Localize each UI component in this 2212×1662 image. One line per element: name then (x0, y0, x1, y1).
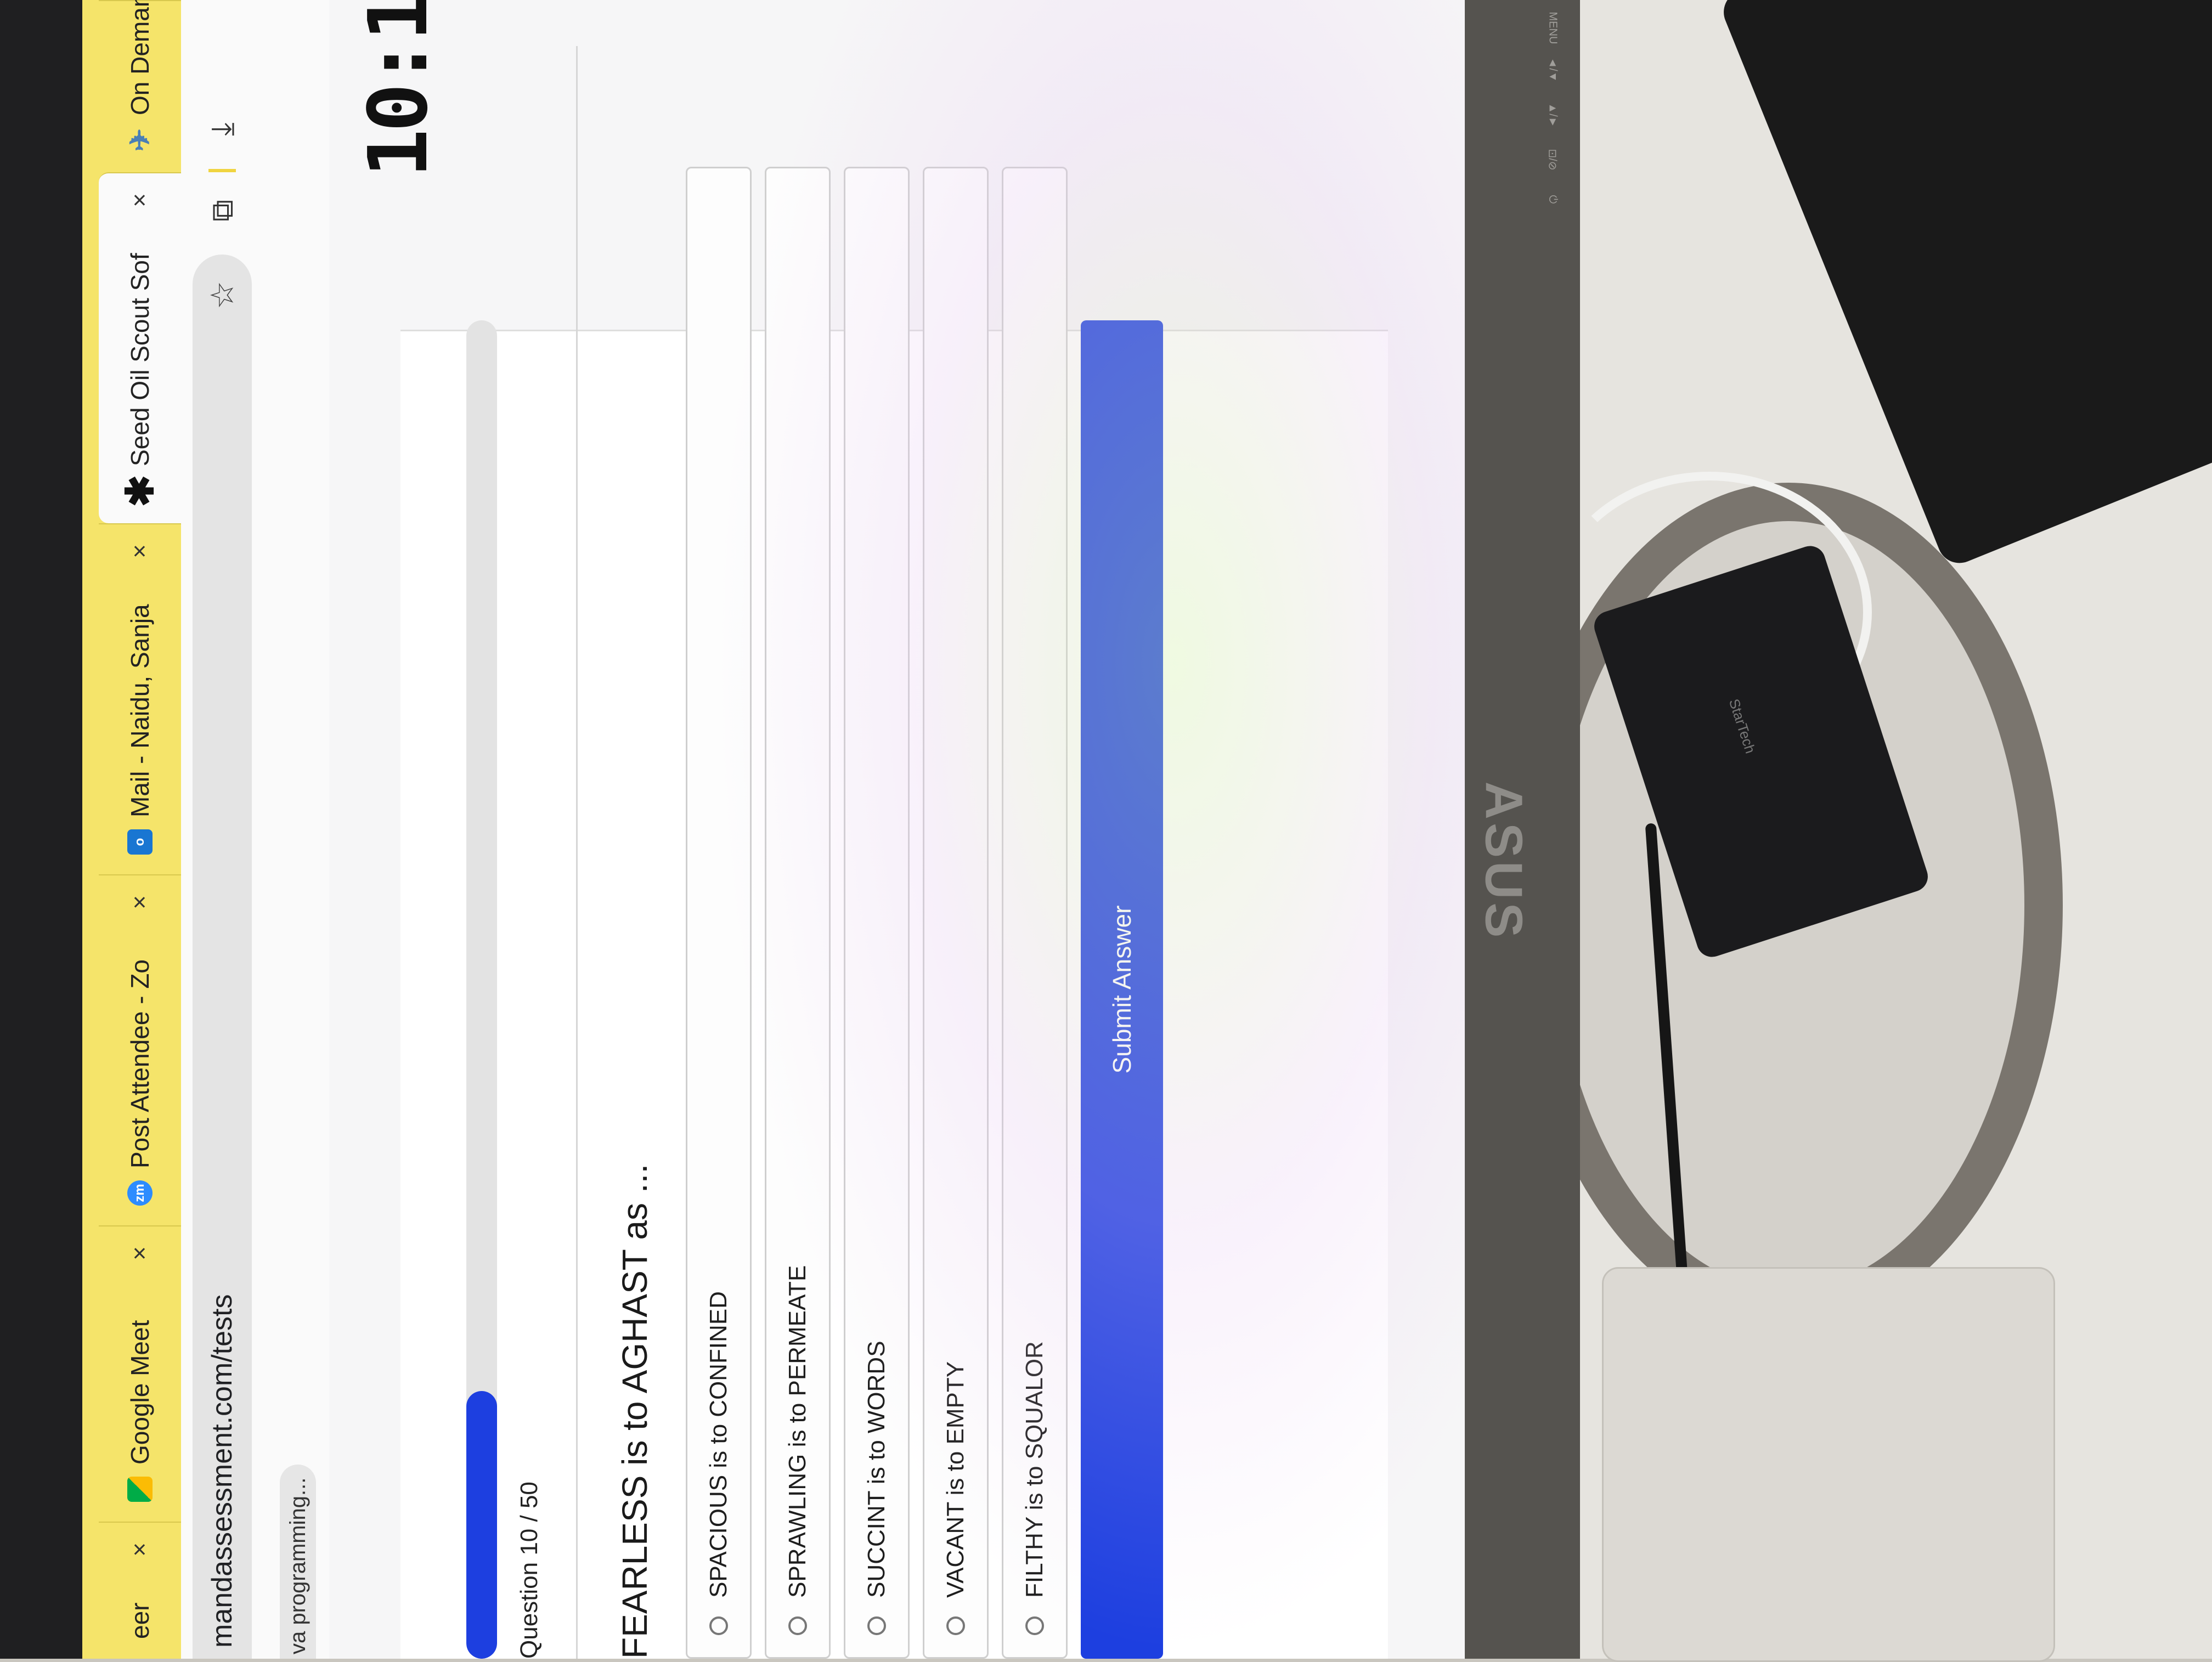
browser-window: eer × Google Meet × zm Post Attendee - Z… (82, 0, 1465, 1659)
monitor-brand-label: ASUS (1474, 781, 1533, 941)
extensions-puzzle-icon[interactable]: ⧉ (204, 200, 241, 222)
answer-option[interactable]: VACANT is to EMPTY (923, 167, 989, 1659)
monitor-control-power[interactable]: ⏻ (1547, 195, 1559, 228)
airplane-icon: ✈ (125, 128, 155, 151)
monitor-brand: ASUS (1470, 779, 1536, 943)
close-icon[interactable]: × (126, 1542, 154, 1557)
close-icon[interactable]: × (126, 544, 154, 558)
countdown-timer: 10:18 (351, 0, 445, 178)
tab-label: Mail - Naidu, Sanja (126, 604, 154, 817)
url-text: mandassessment.com/tests (206, 1294, 238, 1648)
address-bar[interactable]: mandassessment.com/tests ☆ (193, 255, 252, 1659)
tab-zoom[interactable]: zm Post Attendee - Zo × (99, 874, 181, 1225)
desk-pad (1602, 1267, 2055, 1662)
submit-answer-button[interactable]: Submit Answer (1081, 320, 1163, 1659)
hub-brand-label: StarTech (1725, 697, 1759, 756)
answer-option-label: SPACIOUS is to CONFINED (705, 1291, 732, 1598)
answer-option[interactable]: SPRAWLING is to PERMEATE (765, 167, 831, 1659)
tab-label: Post Attendee - Zo (126, 959, 154, 1168)
close-icon[interactable]: × (126, 193, 154, 207)
tab-mail[interactable]: o Mail - Naidu, Sanja × (99, 523, 181, 874)
radio-icon[interactable] (709, 1616, 728, 1635)
tab-on-demand[interactable]: ✈ On Deman (99, 0, 181, 172)
answer-option-label: VACANT is to EMPTY (942, 1361, 969, 1598)
bookmark-item[interactable]: va programming... (280, 1464, 316, 1659)
divider (576, 46, 578, 1659)
browser-toolbar: mandassessment.com/tests ☆ ⧉ ⤓ (181, 0, 263, 1659)
progress-bar (466, 320, 497, 1659)
close-icon[interactable]: × (126, 1246, 154, 1260)
tab-partial[interactable]: eer × (99, 1522, 181, 1659)
answer-option[interactable]: FILTHY is to SQUALOR (1002, 167, 1068, 1659)
monitor-screen: eer × Google Meet × zm Post Attendee - Z… (82, 0, 1465, 1659)
tab-google-meet[interactable]: Google Meet × (99, 1225, 181, 1522)
tab-seed-oil-scout[interactable]: ✱ Seed Oil Scout Sof × (99, 172, 181, 523)
question-counter: Question 10 / 50 (516, 1482, 543, 1659)
radio-icon[interactable] (788, 1616, 807, 1635)
radio-icon[interactable] (946, 1616, 965, 1635)
answer-option-label: SUCCINT is to WORDS (863, 1341, 890, 1598)
monitor-control-down[interactable]: ◄/▼ (1547, 58, 1559, 91)
tab-bar: eer × Google Meet × zm Post Attendee - Z… (82, 0, 181, 1659)
tab-label: Seed Oil Scout Sof (126, 253, 154, 466)
bookmark-star-icon[interactable]: ☆ (204, 281, 241, 309)
radio-icon[interactable] (867, 1616, 886, 1635)
answer-options: SPACIOUS is to CONFINED SPRAWLING is to … (686, 167, 1081, 1659)
bookmarks-bar: va programming... (263, 0, 330, 1659)
close-icon[interactable]: × (126, 895, 154, 909)
toolbar-separator (208, 169, 236, 173)
question-card: Question 10 / 50 FEARLESS is to AGHAST a… (400, 46, 1388, 1659)
tab-label: eer (126, 1602, 154, 1639)
monitor-control-up[interactable]: ▲/► (1547, 103, 1559, 136)
test-page: 10:18 Question 10 / 50 FEARLESS is to AG… (329, 0, 1465, 1659)
download-icon[interactable]: ⤓ (204, 122, 241, 136)
answer-option[interactable]: SUCCINT is to WORDS (844, 167, 910, 1659)
outlook-mail-icon: o (127, 829, 153, 855)
radio-icon[interactable] (1025, 1616, 1044, 1635)
google-meet-icon (127, 1477, 153, 1502)
question-text: FEARLESS is to AGHAST as ... (615, 1163, 654, 1659)
answer-option-label: FILTHY is to SQUALOR (1021, 1341, 1048, 1598)
monitor-control-input[interactable]: ⊡/⊘ (1546, 149, 1560, 182)
answer-option-label: SPRAWLING is to PERMEATE (784, 1265, 811, 1598)
tab-label: On Deman (126, 0, 154, 115)
answer-option[interactable]: SPACIOUS is to CONFINED (686, 167, 752, 1659)
monitor-control-menu[interactable]: MENU (1547, 12, 1559, 45)
monitor-controls: MENU ◄/▼ ▲/► ⊡/⊘ ⏻ (1536, 12, 1569, 274)
asterisk-icon: ✱ (119, 474, 161, 507)
progress-fill (466, 1391, 497, 1659)
zoom-icon: zm (127, 1180, 153, 1206)
tab-label: Google Meet (126, 1320, 154, 1465)
